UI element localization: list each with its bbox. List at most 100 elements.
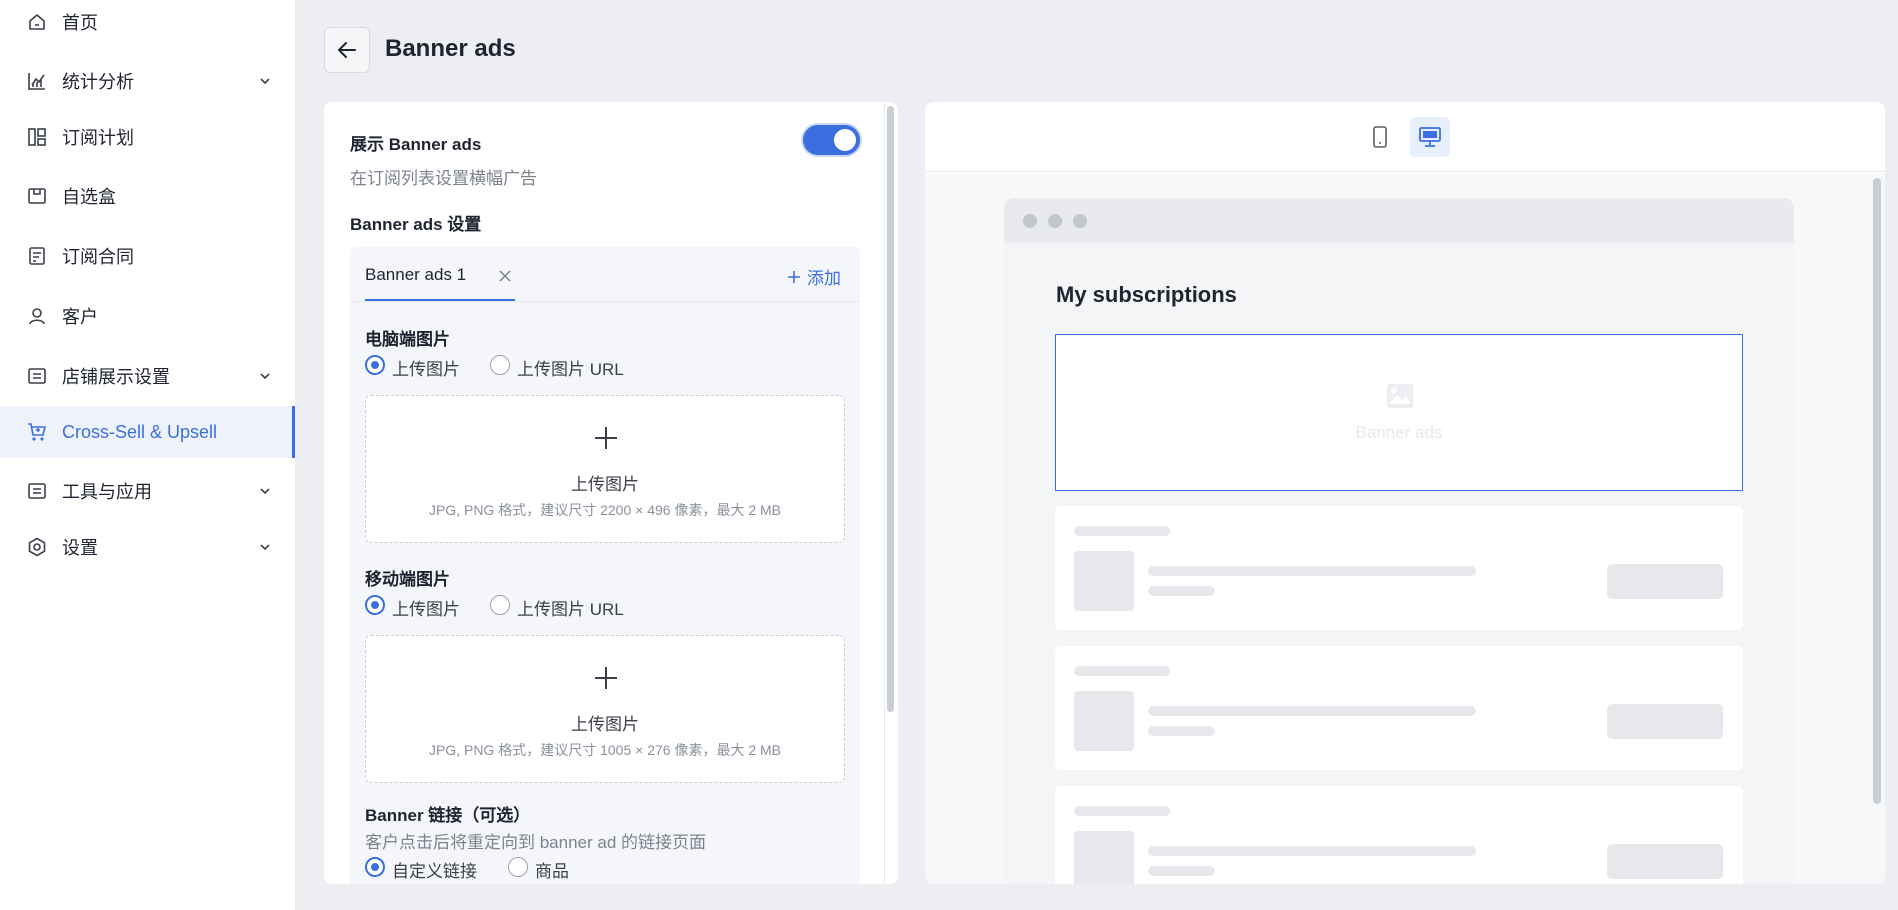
preview-panel: My subscriptions Banner ads: [925, 102, 1885, 884]
mobile-upload-radio[interactable]: [365, 595, 385, 615]
chevron-down-icon: [260, 488, 270, 495]
desktop-preview-button[interactable]: [1410, 117, 1450, 157]
plus-icon: [595, 667, 617, 689]
banner-link-title: Banner 链接（可选）: [365, 806, 531, 825]
mobile-upload-option-label: 上传图片: [392, 600, 460, 619]
mobile-preview-button[interactable]: [1360, 117, 1400, 157]
skeleton-image: [1074, 831, 1134, 884]
skeleton-line: [1148, 566, 1476, 576]
add-banner-button[interactable]: 添加: [787, 264, 841, 289]
plus-icon: [595, 427, 617, 449]
banner-ad-placeholder: Banner ads: [1055, 334, 1743, 491]
desktop-upload-radio[interactable]: [365, 355, 385, 375]
sidebar-item-label: 订阅计划: [62, 128, 134, 148]
tools-icon: [26, 480, 48, 502]
back-button[interactable]: [324, 27, 370, 73]
sidebar-item-plans[interactable]: 订阅计划: [0, 111, 295, 163]
desktop-upload-title: 上传图片: [571, 475, 639, 494]
sidebar-item-analytics[interactable]: 统计分析: [0, 55, 295, 107]
sidebar-item-label: 工具与应用: [62, 482, 152, 502]
box-icon: [26, 185, 48, 207]
sidebar-item-label: 客户: [62, 307, 98, 327]
sidebar-item-label: Cross-Sell & Upsell: [62, 421, 218, 442]
window-dot: [1073, 214, 1087, 228]
scrollbar[interactable]: [887, 106, 894, 712]
settings-panel: 展示 Banner ads 在订阅列表设置横幅广告 Banner ads 设置 …: [324, 102, 898, 884]
skeleton-button: [1607, 704, 1723, 739]
chart-icon: [26, 70, 48, 92]
chevron-down-icon: [260, 78, 270, 85]
store-display-icon: [26, 365, 48, 387]
sidebar-item-label: 订阅合同: [62, 247, 134, 267]
banner-link-description: 客户点击后将重定向到 banner ad 的链接页面: [365, 833, 707, 852]
skeleton-line: [1074, 526, 1170, 536]
show-banner-toggle[interactable]: [803, 125, 860, 155]
mobile-url-radio[interactable]: [490, 595, 510, 615]
skeleton-image: [1074, 691, 1134, 751]
tab-divider: [350, 301, 860, 302]
product-link-option-label: 商品: [535, 862, 569, 881]
sidebar: 首页 统计分析 订阅计划 自选盒 订阅合同 客户 店铺展示设置 Cross-Se…: [0, 0, 295, 910]
skeleton-button: [1607, 844, 1723, 879]
skeleton-line: [1148, 726, 1215, 736]
contract-icon: [26, 245, 48, 267]
custom-link-radio[interactable]: [365, 857, 385, 877]
sidebar-item-label: 设置: [62, 538, 98, 558]
window-dot: [1048, 214, 1062, 228]
skeleton-line: [1148, 866, 1215, 876]
show-banner-description: 在订阅列表设置横幅广告: [350, 169, 537, 188]
window-dot: [1023, 214, 1037, 228]
show-banner-label: 展示 Banner ads: [350, 135, 482, 154]
settings-icon: [26, 536, 48, 558]
monitor-icon: [1419, 127, 1441, 147]
sidebar-item-home[interactable]: 首页: [0, 0, 295, 48]
sidebar-item-box[interactable]: 自选盒: [0, 170, 295, 222]
mobile-upload-hint: JPG, PNG 格式，建议尺寸 1005 × 276 像素，最大 2 MB: [428, 742, 782, 758]
skeleton-line: [1148, 706, 1476, 716]
sidebar-item-customers[interactable]: 客户: [0, 290, 295, 342]
sidebar-item-settings[interactable]: 设置: [0, 521, 295, 573]
skeleton-line: [1074, 806, 1170, 816]
banner-tabs-box: Banner ads 1 添加 电脑端图片 上传图片 上传图片 URL 上传图片…: [350, 247, 860, 884]
mobile-url-option-label: 上传图片 URL: [517, 600, 624, 619]
user-icon: [26, 305, 48, 327]
sidebar-item-label: 首页: [62, 13, 98, 33]
add-banner-label: 添加: [807, 269, 841, 288]
sidebar-item-store-display[interactable]: 店铺展示设置: [0, 350, 295, 402]
skeleton-line: [1148, 586, 1215, 596]
banner-placeholder-text: Banner ads: [1355, 423, 1443, 442]
sidebar-item-contracts[interactable]: 订阅合同: [0, 230, 295, 282]
skeleton-line: [1074, 666, 1170, 676]
skeleton-image: [1074, 551, 1134, 611]
sidebar-item-tools[interactable]: 工具与应用: [0, 465, 295, 517]
cart-icon: [26, 421, 48, 443]
phone-icon: [1373, 126, 1387, 148]
desktop-url-radio[interactable]: [490, 355, 510, 375]
subscription-card-skeleton: [1055, 646, 1743, 770]
desktop-image-title: 电脑端图片: [365, 330, 450, 349]
preview-scrollbar[interactable]: [1873, 178, 1881, 804]
home-icon: [26, 11, 48, 33]
desktop-upload-option-label: 上传图片: [392, 360, 460, 379]
chevron-down-icon: [260, 544, 270, 551]
mobile-image-title: 移动端图片: [365, 570, 450, 589]
plus-icon: [788, 270, 800, 283]
plan-icon: [26, 126, 48, 148]
chevron-down-icon: [260, 373, 270, 380]
device-toolbar: [925, 102, 1885, 172]
banner-settings-title: Banner ads 设置: [350, 215, 482, 234]
custom-link-option-label: 自定义链接: [392, 862, 477, 881]
desktop-upload-dropzone[interactable]: 上传图片 JPG, PNG 格式，建议尺寸 2200 × 496 像素，最大 2…: [365, 395, 845, 543]
tab-banner-ads-1[interactable]: Banner ads 1: [365, 265, 466, 285]
page-title: Banner ads: [385, 35, 516, 62]
desktop-upload-hint: JPG, PNG 格式，建议尺寸 2200 × 496 像素，最大 2 MB: [428, 502, 782, 518]
skeleton-line: [1148, 846, 1476, 856]
close-icon[interactable]: [498, 269, 512, 283]
sidebar-item-cross-sell[interactable]: Cross-Sell & Upsell: [0, 406, 295, 458]
arrow-left-icon: [338, 42, 356, 58]
browser-mockup: My subscriptions Banner ads: [1004, 198, 1794, 884]
preview-page-title: My subscriptions: [1056, 282, 1237, 307]
mobile-upload-title: 上传图片: [571, 715, 639, 734]
mobile-upload-dropzone[interactable]: 上传图片 JPG, PNG 格式，建议尺寸 1005 × 276 像素，最大 2…: [365, 635, 845, 783]
product-link-radio[interactable]: [508, 857, 528, 877]
